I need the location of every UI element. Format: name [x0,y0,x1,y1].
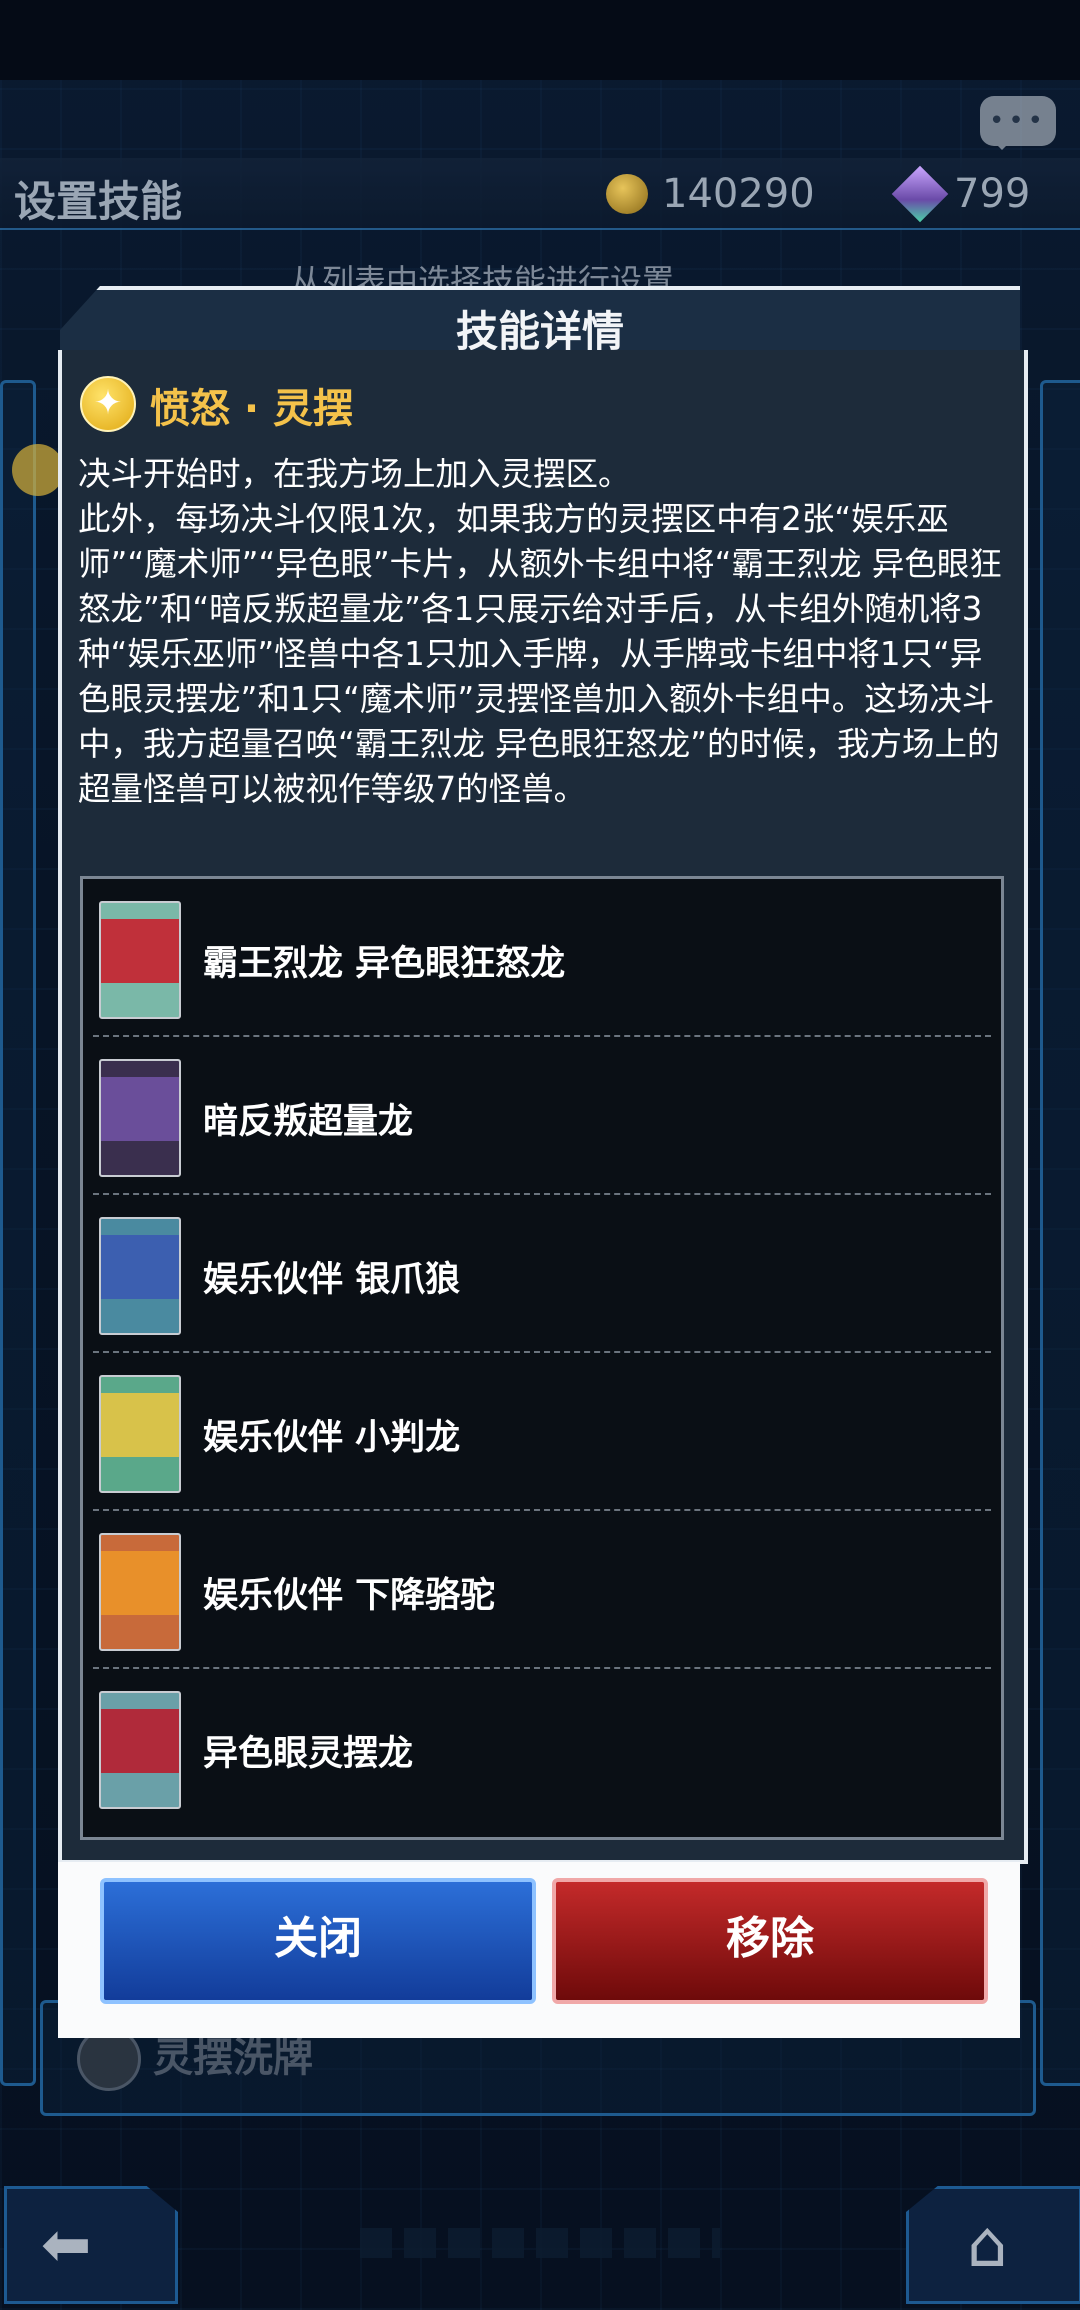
skill-description: 决斗开始时，在我方场上加入灵摆区。 此外，每场决斗仅限1次，如果我方的灵摆区中有… [78,452,1002,812]
card-row[interactable]: 娱乐伙伴 下降骆驼 [83,1511,1001,1669]
card-name: 娱乐伙伴 银爪狼 [203,1260,461,1300]
back-arrow-icon: ⬅ [41,2210,92,2280]
description-line-2: 此外，每场决斗仅限1次，如果我方的灵摆区中有2张“娱乐巫师”“魔术师”“异色眼”… [78,500,1002,808]
status-bar-area [0,0,1080,80]
card-list[interactable]: 霸王烈龙 异色眼狂怒龙 暗反叛超量龙娱乐伙伴 银爪狼 娱乐伙伴 小判龙 娱乐伙伴 下降… [80,876,1004,1840]
skill-star-icon: ✦ [80,376,136,432]
description-line-1: 决斗开始时，在我方场上加入灵摆区。 [78,455,631,493]
back-button[interactable]: ⬅ [4,2186,178,2304]
card-name: 娱乐伙伴 下降骆驼 [203,1576,496,1616]
background-skill-list-right [1040,380,1080,2086]
gem-icon [891,165,949,223]
card-thumbnail[interactable] [99,1059,181,1177]
card-row[interactable]: 暗反叛超量龙 [83,1037,1001,1195]
gem-amount: 799 [954,171,1031,217]
gem-counter: 799 [891,165,1031,223]
close-button[interactable]: 关闭 [100,1878,536,2004]
gold-coin-icon [606,174,648,214]
card-row[interactable]: 霸王烈龙 异色眼狂怒龙 [83,879,1001,1037]
chat-bubble-icon[interactable]: ••• [980,96,1056,150]
card-thumbnail[interactable] [99,901,181,1019]
card-row[interactable]: 异色眼灵摆龙 [83,1669,1001,1827]
background-skill-icon [12,444,64,496]
card-name: 暗反叛超量龙 [203,1102,414,1142]
modal-header: 技能详情 [60,286,1020,356]
card-name: 娱乐伙伴 小判龙 [203,1418,461,1458]
card-thumbnail[interactable] [99,1533,181,1651]
page-title: 设置技能 [14,177,183,226]
home-button[interactable]: ⌂ [906,2186,1080,2304]
skill-name: 愤怒 · 灵摆 [150,386,354,432]
card-thumbnail[interactable] [99,1375,181,1493]
remove-button[interactable]: 移除 [552,1878,988,2004]
gold-counter: 140290 [606,166,815,222]
card-row[interactable]: 娱乐伙伴 小判龙 [83,1353,1001,1511]
card-thumbnail[interactable] [99,1217,181,1335]
card-name: 霸王烈龙 异色眼狂怒龙 [203,944,566,984]
card-name: 异色眼灵摆龙 [203,1734,414,1774]
home-icon: ⌂ [967,2208,1008,2282]
card-thumbnail[interactable] [99,1691,181,1809]
bottom-ornament [360,2228,720,2258]
dialog-button-row: 关闭 移除 [58,1862,1020,2038]
card-row[interactable]: 娱乐伙伴 银爪狼 [83,1195,1001,1353]
background-skill-list-left [0,380,36,2086]
gold-amount: 140290 [662,171,815,217]
